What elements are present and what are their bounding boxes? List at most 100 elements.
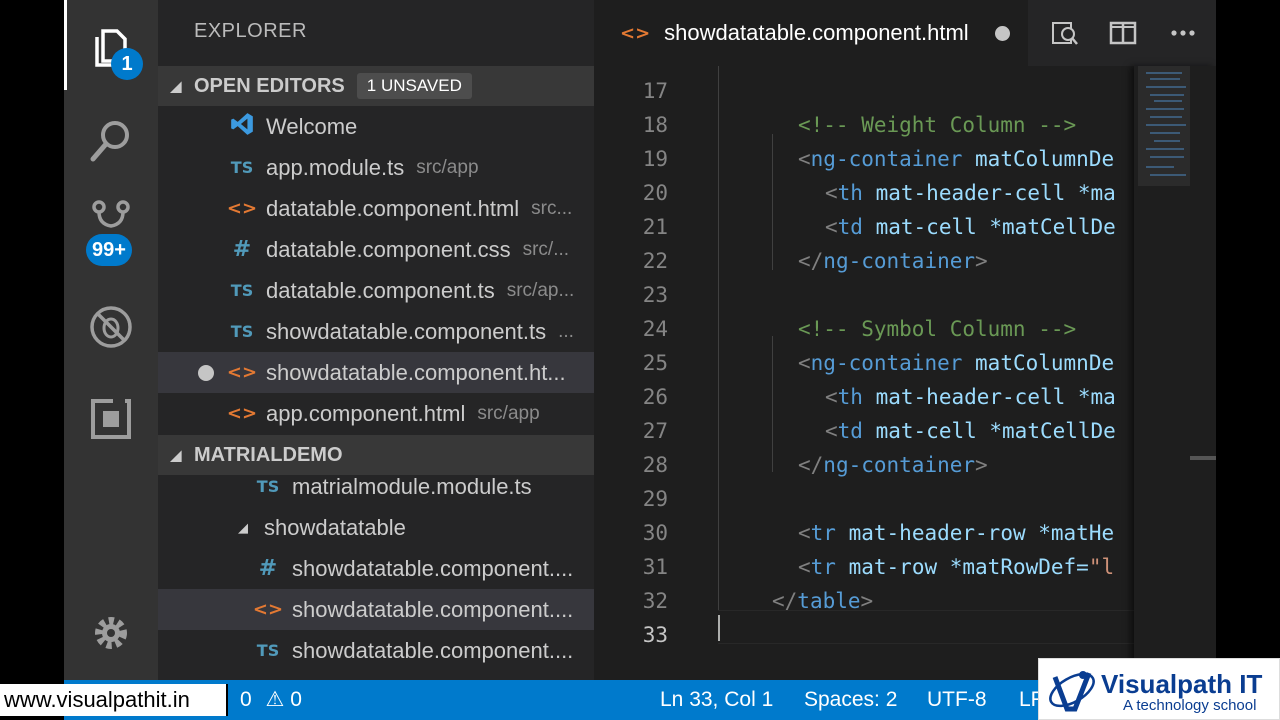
code-attr: mat-header-cell *ma <box>875 181 1116 205</box>
file-name: showdatatable.component.... <box>292 637 574 663</box>
line-number: 23 <box>642 283 668 307</box>
code-tag: tr <box>810 521 836 545</box>
warning-icon: ⚠ <box>265 688 285 711</box>
extensions-activity[interactable] <box>64 374 158 464</box>
debug-activity[interactable] <box>64 282 158 372</box>
explorer-activity[interactable]: 1 <box>64 0 158 90</box>
tree-item[interactable]: # showdatatable.component.... <box>158 548 594 589</box>
tab-bar: <> showdatatable.component.html <box>594 0 1216 66</box>
line-number: 25 <box>642 351 668 375</box>
code-attr: mat-cell *matCellDe <box>875 419 1116 443</box>
file-path: src/ap... <box>506 279 575 301</box>
code-tag: ng-container <box>823 249 976 273</box>
open-editor-item[interactable]: TS app.module.ts src/app <box>158 147 594 188</box>
code-comment: <!-- Weight Column --> <box>798 113 1077 137</box>
open-changes-button[interactable] <box>1048 16 1082 50</box>
html-file-icon: <> <box>620 22 651 44</box>
code-attr: mat-header-cell *ma <box>875 385 1116 409</box>
encoding[interactable]: UTF-8 <box>927 680 987 720</box>
minimap[interactable] <box>1134 66 1216 680</box>
code-line: 31 <tr mat-row *matRowDef="l <box>594 550 1216 584</box>
code-line: 19 <ng-container matColumnDe <box>594 142 1216 176</box>
open-editor-item[interactable]: TS datatable.component.ts src/ap... <box>158 270 594 311</box>
tree-item[interactable]: TS showdatatable.component.... <box>158 630 594 671</box>
ellipsis-icon <box>1171 30 1195 36</box>
ts-file-icon: TS <box>230 281 254 300</box>
letterbox-left <box>0 0 64 720</box>
ts-file-icon: TS <box>256 641 280 660</box>
sidebar-title: EXPLORER <box>194 20 307 42</box>
explorer-badge: 1 <box>111 48 143 80</box>
tree-item-active[interactable]: <> showdatatable.component.... <box>158 589 594 630</box>
html-file-icon: <> <box>252 599 284 620</box>
open-editor-item[interactable]: <> app.component.html src/app <box>158 393 594 434</box>
website-watermark: www.visualpathit.in <box>0 684 228 716</box>
search-activity[interactable] <box>64 96 158 186</box>
code-line: 25 <ng-container matColumnDe <box>594 346 1216 380</box>
source-control-activity[interactable]: 99+ <box>64 176 158 266</box>
code-tag: th <box>837 385 863 409</box>
split-editor-button[interactable] <box>1106 16 1140 50</box>
open-editor-item[interactable]: Welcome <box>158 106 594 147</box>
visualpath-logo-icon <box>1049 671 1095 712</box>
line-number: 29 <box>642 487 668 511</box>
brand-logo: Visualpath IT A technology school <box>1038 658 1280 720</box>
code-tag: ng-container <box>810 351 963 375</box>
open-editors-header[interactable]: ◢ OPEN EDITORS 1 UNSAVED <box>158 66 594 106</box>
editor-tab-active[interactable]: <> showdatatable.component.html <box>594 0 1028 66</box>
open-editor-item-active[interactable]: <> showdatatable.component.ht... <box>158 352 594 393</box>
indentation[interactable]: Spaces: 2 <box>804 680 897 720</box>
unsaved-dot-icon[interactable] <box>994 25 1010 41</box>
file-path: src/app <box>477 402 540 424</box>
minimap-slider[interactable] <box>1138 66 1190 186</box>
line-number: 19 <box>642 147 668 171</box>
code-attr: mat-header-row *matHe <box>848 521 1115 545</box>
css-file-icon: # <box>232 237 252 262</box>
code-attr: mat-row *matRowDef= <box>848 555 1089 579</box>
manage-activity[interactable] <box>64 588 158 678</box>
code-line: 30 <tr mat-header-row *matHe <box>594 516 1216 550</box>
text-cursor <box>718 615 720 641</box>
unsaved-badge: 1 UNSAVED <box>356 73 472 99</box>
line-number: 33 <box>642 623 668 647</box>
line-number: 21 <box>642 215 668 239</box>
extensions-icon <box>91 397 131 439</box>
code-line: 18 <!-- Weight Column --> <box>594 108 1216 142</box>
ts-file-icon: TS <box>230 158 254 177</box>
html-file-icon: <> <box>226 362 258 383</box>
tree-item[interactable]: TS matrialmodule.module.ts <box>158 466 594 507</box>
html-file-icon: <> <box>226 198 258 219</box>
file-name: app.module.ts <box>266 154 405 180</box>
editor-group: <> showdatatable.component.html 17 18 <!… <box>594 0 1216 680</box>
problems-indicator[interactable]: 0 ⚠ 0 <box>240 680 302 720</box>
scm-badge: 99+ <box>86 234 132 266</box>
explorer-sidebar: EXPLORER ◢ OPEN EDITORS 1 UNSAVED Welcom… <box>158 0 594 680</box>
code-attr: mat-cell *matCellDe <box>875 215 1116 239</box>
activity-bar: 1 99+ <box>64 0 158 680</box>
vscode-window: 1 99+ EXPLORER ◢ OPEN EDITORS 1 UNSAVED … <box>64 0 1216 680</box>
file-name: datatable.component.ts <box>266 277 495 303</box>
gear-icon <box>95 617 127 649</box>
more-actions-button[interactable] <box>1166 16 1200 50</box>
code-tag: table <box>797 589 861 613</box>
scrollbar-marker[interactable] <box>1190 456 1216 460</box>
folder-twisty-icon: ◢ <box>238 519 248 535</box>
line-number: 17 <box>642 79 668 103</box>
line-number: 30 <box>642 521 668 545</box>
cursor-position[interactable]: Ln 33, Col 1 <box>660 680 773 720</box>
line-number: 31 <box>642 555 668 579</box>
html-file-icon: <> <box>226 403 258 424</box>
open-editor-item[interactable]: <> datatable.component.html src... <box>158 188 594 229</box>
open-editors-label: OPEN EDITORS <box>194 74 345 97</box>
line-number: 20 <box>642 181 668 205</box>
open-editor-item[interactable]: # datatable.component.css src/... <box>158 229 594 270</box>
unsaved-dot-icon[interactable] <box>198 365 214 381</box>
code-tag: tr <box>810 555 836 579</box>
code-line: 28 </ng-container> <box>594 448 1216 482</box>
code-editor[interactable]: 17 18 <!-- Weight Column --> 19 <ng-contai… <box>594 66 1216 680</box>
code-line: 32 </table> <box>594 584 1216 618</box>
line-number: 28 <box>642 453 668 477</box>
tree-folder[interactable]: ◢ showdatatable <box>158 507 594 548</box>
error-count: 0 <box>240 688 252 711</box>
open-editor-item[interactable]: TS showdatatable.component.ts ... <box>158 311 594 352</box>
